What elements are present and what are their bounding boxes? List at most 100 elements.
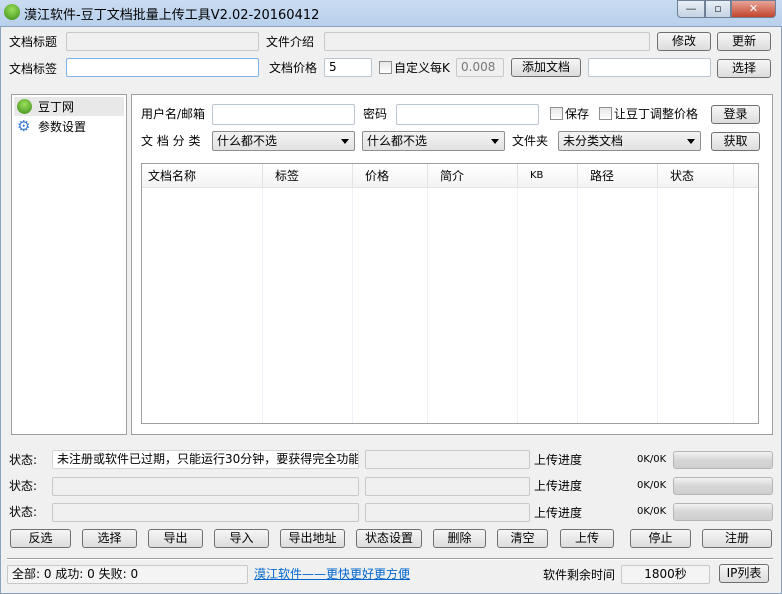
- sidebar-item-label: 参数设置: [38, 120, 87, 134]
- minimize-button[interactable]: —: [677, 0, 705, 18]
- column-header-name[interactable]: 文档名称: [142, 164, 263, 188]
- summary-field: 全部: 0 成功: 0 失败: 0: [7, 565, 248, 584]
- doc-tags-input[interactable]: [66, 58, 259, 77]
- column-line: [428, 188, 518, 423]
- import-button[interactable]: 导入: [214, 529, 269, 548]
- doc-tags-label: 文档标签: [9, 62, 58, 76]
- column-line: [518, 188, 578, 423]
- upload-progress-label: 上传进度: [534, 506, 583, 520]
- folder-select[interactable]: 未分类文档: [558, 131, 701, 151]
- custom-per-k-input[interactable]: 0.008: [456, 58, 504, 77]
- divider: [7, 558, 773, 560]
- remaining-time-value: 1800秒: [621, 565, 710, 584]
- folder-label: 文件夹: [512, 134, 549, 148]
- column-header-kb[interactable]: KB: [518, 164, 578, 188]
- update-button[interactable]: 更新: [717, 32, 771, 51]
- column-header-price[interactable]: 价格: [353, 164, 428, 188]
- chevron-down-icon: [491, 139, 499, 144]
- export-button[interactable]: 导出: [148, 529, 203, 548]
- doc-price-input[interactable]: 5: [324, 58, 372, 77]
- save-checkbox[interactable]: [550, 107, 563, 120]
- column-header-status[interactable]: 状态: [658, 164, 734, 188]
- close-button[interactable]: ✕: [731, 0, 776, 18]
- document-table[interactable]: 文档名称 标签 价格 简介 KB 路径 状态: [141, 163, 759, 424]
- status-label: 状态:: [9, 505, 38, 519]
- column-header-path[interactable]: 路径: [578, 164, 658, 188]
- gear-icon: ⚙: [17, 117, 31, 135]
- save-label: 保存: [565, 107, 590, 121]
- category-label: 文 档 分 类: [141, 134, 201, 148]
- upload-button[interactable]: 上传: [560, 529, 614, 548]
- website-link[interactable]: 漠江软件——更快更好更方便: [254, 565, 410, 583]
- status-label: 状态:: [9, 479, 38, 493]
- upload-progress-label: 上传进度: [534, 479, 583, 493]
- status-detail: [365, 503, 530, 522]
- remaining-time-label: 软件剩余时间: [543, 568, 616, 582]
- column-line: [142, 188, 263, 423]
- doc-price-label: 文档价格: [269, 61, 318, 75]
- status-message: [52, 503, 359, 522]
- file-intro-field[interactable]: [324, 32, 650, 51]
- column-line: [353, 188, 428, 423]
- sidebar-item-douding[interactable]: 豆丁网: [14, 97, 124, 116]
- column-line: [658, 188, 734, 423]
- category1-value: 什么都不选: [217, 134, 278, 148]
- progress-text: 0K/0K: [637, 506, 667, 517]
- select-files-button[interactable]: 选择: [82, 529, 137, 548]
- douding-logo-icon: [17, 99, 32, 114]
- stop-button[interactable]: 停止: [630, 529, 691, 548]
- chevron-down-icon: [341, 139, 349, 144]
- progress-text: 0K/0K: [637, 480, 667, 491]
- sidebar-item-label: 豆丁网: [38, 100, 75, 114]
- app-icon: [4, 4, 20, 20]
- file-intro-label: 文件介绍: [266, 35, 315, 49]
- delete-button[interactable]: 删除: [433, 529, 486, 548]
- ip-list-button[interactable]: IP列表: [719, 564, 769, 583]
- window-title: 漠江软件-豆丁文档批量上传工具V2.02-20160412: [24, 8, 320, 23]
- custom-per-k-label: 自定义每K: [394, 61, 450, 75]
- login-button[interactable]: 登录: [711, 105, 760, 124]
- path-input[interactable]: [588, 58, 711, 77]
- category2-value: 什么都不选: [367, 134, 428, 148]
- sidebar: 豆丁网 ⚙ 参数设置: [11, 94, 127, 435]
- password-label: 密码: [363, 107, 388, 121]
- column-line: [263, 188, 353, 423]
- column-header-tags[interactable]: 标签: [263, 164, 353, 188]
- chevron-down-icon: [687, 139, 695, 144]
- status-label: 状态:: [9, 453, 38, 467]
- adjust-price-checkbox[interactable]: [599, 107, 612, 120]
- doc-title-field[interactable]: [66, 32, 259, 51]
- custom-per-k-checkbox[interactable]: [379, 61, 392, 74]
- sidebar-item-settings[interactable]: ⚙ 参数设置: [14, 117, 124, 136]
- column-line: [578, 188, 658, 423]
- status-message: 未注册或软件已过期，只能运行30分钟，要获得完全功能:: [52, 450, 359, 469]
- upload-progress-bar: [673, 451, 773, 469]
- progress-text: 0K/0K: [637, 454, 667, 465]
- upload-progress-bar: [673, 477, 773, 495]
- adjust-price-label: 让豆丁调整价格: [614, 107, 699, 121]
- username-label: 用户名/邮箱: [141, 107, 206, 121]
- status-settings-button[interactable]: 状态设置: [356, 529, 422, 548]
- title-bar: 漠江软件-豆丁文档批量上传工具V2.02-20160412 — ▫ ✕: [0, 0, 782, 26]
- upload-progress-label: 上传进度: [534, 453, 583, 467]
- status-detail: [365, 477, 530, 496]
- fetch-button[interactable]: 获取: [711, 132, 760, 151]
- maximize-button[interactable]: ▫: [705, 0, 731, 18]
- clear-button[interactable]: 清空: [497, 529, 548, 548]
- status-detail: [365, 450, 530, 469]
- upload-progress-bar: [673, 503, 773, 521]
- folder-value: 未分类文档: [563, 134, 624, 148]
- export-address-button[interactable]: 导出地址: [280, 529, 345, 548]
- category2-select[interactable]: 什么都不选: [362, 131, 505, 151]
- password-input[interactable]: [396, 104, 539, 125]
- category1-select[interactable]: 什么都不选: [212, 131, 355, 151]
- column-header-intro[interactable]: 简介: [428, 164, 518, 188]
- register-button[interactable]: 注册: [702, 529, 772, 548]
- modify-button[interactable]: 修改: [657, 32, 711, 51]
- doc-title-label: 文档标题: [9, 35, 58, 49]
- select-button[interactable]: 选择: [717, 59, 771, 78]
- invert-selection-button[interactable]: 反选: [10, 529, 71, 548]
- username-input[interactable]: [212, 104, 355, 125]
- add-doc-button[interactable]: 添加文档: [511, 58, 581, 77]
- status-message: [52, 477, 359, 496]
